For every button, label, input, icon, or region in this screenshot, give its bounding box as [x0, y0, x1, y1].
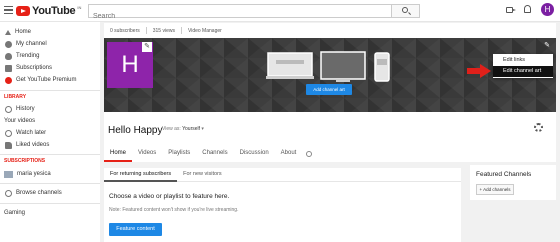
- featured-channels-card: Featured Channels + Add channels: [470, 165, 556, 200]
- audience-tabs: For returning subscribers For new visito…: [104, 168, 461, 182]
- edit-avatar-pencil-icon[interactable]: ✎: [142, 42, 152, 52]
- divider: [0, 183, 100, 184]
- channel-name: Hello Happy: [108, 125, 163, 136]
- sidebar-item-premium[interactable]: Get YouTube Premium: [0, 74, 100, 86]
- sidebar-item-history[interactable]: History: [0, 103, 100, 115]
- feature-content-button[interactable]: Feature content: [109, 223, 162, 236]
- divider: [0, 154, 100, 155]
- tab-playlists[interactable]: Playlists: [162, 148, 196, 162]
- sidebar-item-my-channel[interactable]: My channel: [0, 38, 100, 50]
- divider: [180, 27, 182, 34]
- add-circle-icon: [5, 189, 12, 197]
- divider: [0, 90, 100, 91]
- channel-thumbnail: [4, 170, 13, 178]
- add-channel-art-button[interactable]: Add channel art: [306, 84, 352, 95]
- create-video-icon[interactable]: [506, 7, 516, 13]
- video-manager-link[interactable]: Video Manager: [188, 28, 222, 34]
- account-avatar[interactable]: H: [541, 3, 554, 16]
- red-arrow-icon: [467, 64, 491, 78]
- sidebar-item-browse-channels[interactable]: Browse channels: [0, 187, 100, 199]
- sidebar-item-subscription[interactable]: maria yesica: [0, 168, 100, 180]
- youtube-premium-icon: [5, 76, 12, 84]
- youtube-play-icon: [16, 6, 30, 16]
- add-channels-button[interactable]: + Add channels: [476, 184, 514, 195]
- tab-channels[interactable]: Channels: [196, 148, 233, 162]
- sidebar-item-liked-videos[interactable]: Liked videos: [0, 139, 100, 151]
- top-bar: YouTube IN H: [0, 0, 560, 23]
- divider: [145, 27, 147, 34]
- view-count: 315 views: [152, 27, 175, 34]
- menu-item-edit-links[interactable]: Edit links: [493, 55, 553, 66]
- tab-discussion[interactable]: Discussion: [234, 148, 275, 162]
- tab-videos[interactable]: Videos: [132, 148, 162, 162]
- history-icon: [5, 105, 12, 113]
- sidebar-item-trending[interactable]: Trending: [0, 50, 100, 62]
- feature-note: Note: Featured content won't show if you…: [109, 207, 239, 213]
- tab-home[interactable]: Home: [104, 148, 133, 162]
- subscriptions-icon: [5, 64, 12, 72]
- search-button[interactable]: [392, 4, 420, 18]
- thumb-up-icon: [5, 141, 12, 149]
- channel-header: Hello Happy View as: Yourself ▾ Home Vid…: [104, 112, 556, 162]
- menu-item-edit-channel-art[interactable]: Edit channel art: [493, 66, 553, 77]
- menu-icon[interactable]: [4, 6, 13, 14]
- search-icon: [402, 7, 408, 13]
- clock-icon: [5, 129, 12, 137]
- subscriber-count: 0 subscribers: [110, 27, 140, 34]
- tab-about[interactable]: About: [275, 148, 303, 162]
- banner-edit-menu: Edit links Edit channel art: [493, 54, 553, 78]
- tab-new-visitors[interactable]: For new visitors: [177, 168, 228, 182]
- sidebar-item-home[interactable]: Home: [0, 26, 100, 38]
- search-input[interactable]: [89, 10, 391, 23]
- tab-returning-subscribers[interactable]: For returning subscribers: [104, 168, 178, 182]
- library-heading: LIBRARY: [4, 94, 27, 100]
- notifications-bell-icon[interactable]: [524, 5, 531, 13]
- divider: [0, 203, 100, 204]
- devices-illustration: [266, 51, 390, 82]
- view-as-selector[interactable]: View as: Yourself ▾: [162, 126, 204, 132]
- home-icon: [5, 29, 11, 35]
- channel-tabs: Home Videos Playlists Channels Discussio…: [104, 148, 313, 162]
- channel-search-icon[interactable]: [306, 151, 313, 157]
- feature-prompt: Choose a video or playlist to feature he…: [109, 193, 230, 200]
- subscriptions-heading: SUBSCRIPTIONS: [4, 158, 46, 164]
- channel-stats-bar: 0 subscribers 315 views Video Manager: [104, 23, 556, 38]
- fire-icon: [5, 52, 12, 60]
- featured-channels-title: Featured Channels: [476, 171, 532, 178]
- youtube-logo[interactable]: YouTube IN: [16, 5, 81, 17]
- sidebar-item-watch-later[interactable]: Watch later: [0, 127, 100, 139]
- edit-banner-pencil-icon[interactable]: ✎: [542, 41, 552, 51]
- search-box: [88, 4, 392, 23]
- sidebar-item-subscriptions[interactable]: Subscriptions: [0, 62, 100, 74]
- featured-content-panel: For returning subscribers For new visito…: [104, 168, 461, 242]
- gear-icon[interactable]: [534, 123, 543, 132]
- sidebar: Home My channel Trending Subscriptions G…: [0, 22, 100, 242]
- sidebar-item-your-videos[interactable]: Your videos: [0, 115, 100, 127]
- sidebar-item-gaming[interactable]: Gaming: [0, 207, 100, 219]
- person-icon: [5, 40, 12, 48]
